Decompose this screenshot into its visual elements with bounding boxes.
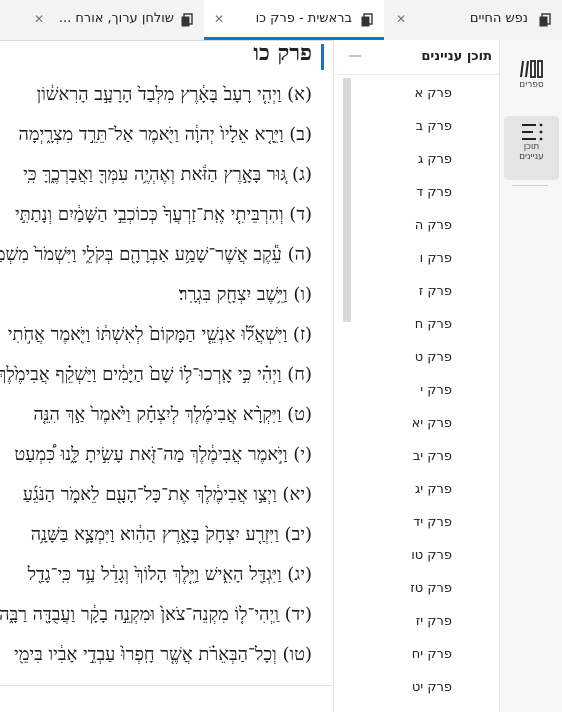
verse[interactable]: (יב) וַיִּזְרַ֤ע יִצְחָק֙ בָּאָ֣רֶץ הַהִ… [31,524,312,545]
close-icon[interactable]: ✕ [214,12,224,26]
toc-item[interactable]: פרק יד [413,515,452,530]
toc-item[interactable]: פרק יח [412,647,452,662]
toc-item[interactable]: פרק טז [410,581,452,596]
verse[interactable]: (יא) וַיְצַ֣ו אֲבִימֶ֔לֶךְ אֶת־כָּל־הָעָ… [23,484,312,505]
library-label: ספרים [519,80,544,90]
toc-item[interactable]: פרק ב [416,119,452,134]
toc-item[interactable]: פרק יט [412,680,452,695]
verse[interactable]: (טו) וְכָל־הַבְּאֵרֹ֗ת אֲשֶׁ֤ר חָֽפְרוּ֙… [14,644,312,665]
verse[interactable]: (ז) וַיִּשְׁאֲל֞וּ אַנְשֵׁ֤י הַמָּקוֹם֙ … [8,324,312,345]
verse[interactable]: (ג) גּ֚וּר בָּאָ֣רֶץ הַזֹּ֔את וְאֶהְיֶ֥ה… [23,164,312,185]
chapter-title: פרק כו [253,40,312,66]
verse[interactable]: (ט) וַיִּקְרָ֨א אֲבִימֶ֜לֶךְ לְיִצְחָ֗ק … [33,404,312,425]
text-panel: פרק כו (א) וַיְהִ֤י רָעָב֙ בָּאָ֔רֶץ מִל… [0,40,332,712]
toc-label: תוכן עניינים [519,142,544,162]
toc-panel: — תוכן עניינים פרק א פרק ב פרק ג פרק ד פ… [333,40,500,712]
toc-item[interactable]: פרק יז [416,614,452,629]
tab-label: שולחן ערוך, אורח ... [58,11,174,26]
tab-shulchan-aruch[interactable]: ✕ שולחן ערוך, אורח ... [0,0,204,40]
toc-item[interactable]: פרק יב [413,449,452,464]
toc-item[interactable]: פרק יא [412,416,452,431]
toc-item[interactable]: פרק ו [420,251,452,266]
tab-label: נפש החיים [469,11,528,26]
toc-item[interactable]: פרק י [420,383,452,398]
verse[interactable]: (א) וַיְהִ֤י רָעָב֙ בָּאָ֔רֶץ מִלְּבַד֙ … [37,84,312,105]
toc-item[interactable]: פרק טו [411,548,452,563]
toc-item[interactable]: פרק יג [415,482,452,497]
tab-bereishit-perek-kaf-vav[interactable]: ✕ בראשית - פרק כו [204,0,384,40]
verse[interactable]: (ו) וַיֵּ֥שֶׁב יִצְחָ֖ק בִּגְרָֽר׃ [179,284,312,305]
copy-document-icon [539,13,551,27]
close-icon[interactable]: ✕ [34,12,44,26]
close-icon[interactable]: ✕ [396,12,406,26]
toc-item[interactable]: פרק ח [415,317,452,332]
copy-document-icon [361,13,373,27]
rail-divider [512,185,548,186]
verse[interactable]: (ה) עֵ֕קֶב אֲשֶׁר־שָׁמַ֥ע אַבְרָהָ֖ם בְּ… [0,244,312,265]
toc-item[interactable]: פרק ט [415,350,452,365]
verse[interactable]: (ד) וְהִרְבֵּיתִ֤י אֶֽת־זַרְעֲךָ֙ כְּכוֹ… [15,204,312,225]
toc-title: תוכן עניינים [421,49,492,64]
copy-document-icon [181,13,193,27]
toc-scrollbar[interactable] [343,78,351,322]
verse[interactable]: (י) וַיֹּ֣אמֶר אֲבִימֶ֔לֶךְ מַה־זֹּ֖את ע… [14,444,312,465]
verse[interactable]: (ח) וַיְהִ֗י כִּ֣י אָֽרְכוּ־ל֥וֹ שָׁם֙ ה… [0,364,312,385]
tab-bar: ✕ נפש החיים ✕ בראשית - פרק כו ✕ שולחן ער… [0,0,562,41]
verse[interactable]: (יג) וַיִּגְדַּ֖ל הָאִ֑ישׁ וַיֵּ֤לֶךְ הָ… [28,564,312,585]
toc-item[interactable]: פרק ה [415,218,452,233]
tab-nefesh-hachaim[interactable]: ✕ נפש החיים [384,0,562,40]
toc-item[interactable]: פרק ג [418,152,452,167]
toc-item[interactable]: פרק ז [419,284,452,299]
toc-button[interactable]: תוכן עניינים [504,116,559,180]
tab-label: בראשית - פרק כו [255,11,352,26]
library-button[interactable]: ספרים [504,58,559,102]
toc-header: — תוכן עניינים [334,40,500,75]
toc-icon [521,123,542,141]
title-accent-bar [321,44,324,70]
library-icon [519,60,543,78]
collapse-icon[interactable]: — [348,48,362,64]
divider [0,685,332,686]
toc-item[interactable]: פרק א [414,86,452,101]
side-rail: ספרים תוכן עניינים [499,40,562,712]
verse[interactable]: (יד) וַֽיְהִי־ל֤וֹ מִקְנֵה־צֹאן֙ וּמִקְנ… [0,604,312,625]
verse[interactable]: (ב) וַיֵּרָ֤א אֵלָיו֙ יְהוָ֔ה וַיֹּ֖אמֶר… [18,124,312,145]
toc-item[interactable]: פרק ד [416,185,452,200]
